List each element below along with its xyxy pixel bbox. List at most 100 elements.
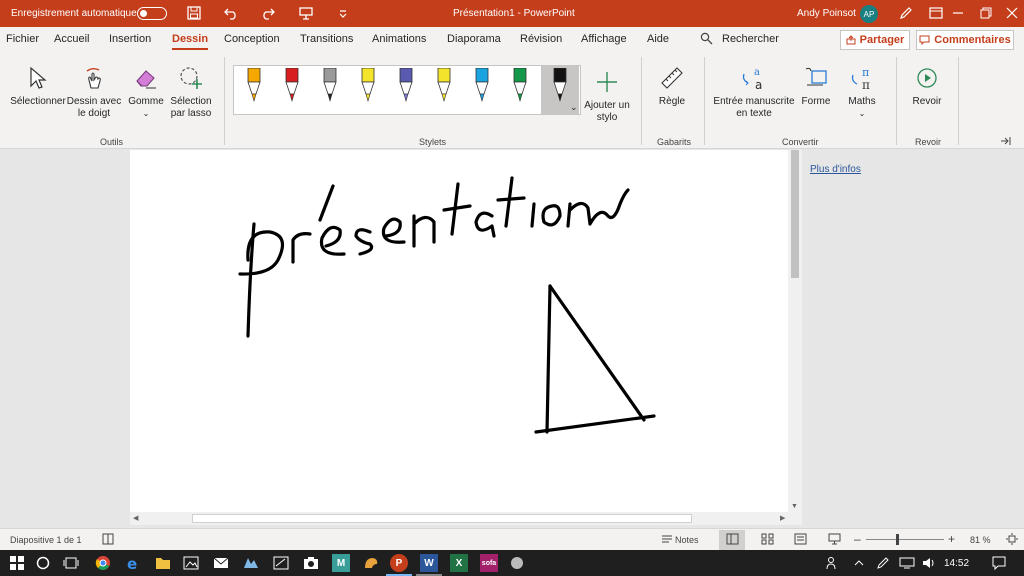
user-name[interactable]: Andy Poinsot [797,8,856,19]
chevron-up-icon[interactable] [850,554,868,572]
undo-icon[interactable] [221,4,241,22]
autosave-toggle[interactable] [137,7,167,20]
edge-icon[interactable]: e [124,554,142,572]
tab-revision[interactable]: Révision [520,33,562,45]
save-icon[interactable] [184,4,204,22]
finger-draw-button[interactable]: Dessin avec le doigt [66,63,122,120]
slideshow-icon[interactable] [828,533,841,547]
scroll-down-icon[interactable]: ▼ [791,503,798,510]
clock[interactable]: 14:52 [944,558,969,569]
pen-4[interactable] [358,67,378,104]
volume-icon[interactable] [920,554,938,572]
excel-icon[interactable]: X [450,554,468,572]
reading-view-icon[interactable] [794,533,807,547]
app-m-icon[interactable]: M [332,554,350,572]
tab-affichage[interactable]: Affichage [581,33,627,45]
present-icon[interactable] [296,4,316,22]
ink-drawing[interactable] [130,150,788,512]
powerpoint-icon[interactable]: P [390,554,408,572]
pen-feedback-icon[interactable] [896,4,916,22]
zoom-out-button[interactable]: – [854,532,861,546]
tab-aide[interactable]: Aide [647,33,669,45]
ink-replay-button[interactable]: Revoir [904,63,950,108]
mail-icon[interactable] [212,554,230,572]
scroll-thumb[interactable] [791,150,799,278]
zoom-slider-thumb[interactable] [896,534,899,545]
ink-to-math-dropdown-icon[interactable]: ⌄ [842,108,882,120]
pen-3[interactable] [320,67,340,104]
camera-icon[interactable] [302,554,320,572]
notifications-icon[interactable] [990,554,1008,572]
pen-6[interactable] [434,67,454,104]
eraser-button[interactable]: Gomme ⌄ [124,63,168,120]
lasso-label-2: par lasso [170,108,212,119]
photos-icon[interactable] [182,554,200,572]
zoom-slider[interactable] [866,539,944,540]
cortana-icon[interactable] [34,554,52,572]
pen-1[interactable] [244,67,264,104]
tab-transitions[interactable]: Transitions [300,33,353,45]
scroll-thumb[interactable] [192,514,692,523]
ribbon-display-icon[interactable] [926,4,946,22]
word-icon[interactable]: W [420,554,438,572]
pen-8[interactable] [510,67,530,104]
redo-icon[interactable] [258,4,278,22]
restore-icon[interactable] [976,4,996,22]
normal-view-icon[interactable] [726,533,739,547]
search-icon[interactable] [700,32,713,48]
chrome-icon[interactable] [94,554,112,572]
customize-toolbar-icon[interactable] [333,4,353,22]
horizontal-scrollbar[interactable]: ◀ ▶ [130,512,802,525]
lasso-select-button[interactable]: Sélection par lasso [168,63,214,120]
tab-animations[interactable]: Animations [372,33,426,45]
more-info-link[interactable]: Plus d'infos [810,164,861,175]
file-explorer-icon[interactable] [154,554,172,572]
pen-5[interactable] [396,67,416,104]
tab-conception[interactable]: Conception [224,33,280,45]
pen-2[interactable] [282,67,302,104]
pen-workspace-icon[interactable] [874,554,892,572]
sofa-icon[interactable]: sofa [480,554,498,572]
notes-label[interactable]: Notes [675,535,699,545]
ruler-button[interactable]: Règle [648,63,696,108]
tab-diaporama[interactable]: Diaporama [447,33,501,45]
slide-sorter-icon[interactable] [761,533,774,547]
slide-canvas[interactable] [130,150,788,512]
comments-button[interactable]: Commentaires [916,30,1014,50]
select-button[interactable]: Sélectionner [8,63,68,108]
pen-9[interactable] [550,67,570,104]
share-button[interactable]: Partager [840,30,910,50]
task-view-icon[interactable] [62,554,80,572]
minimize-icon[interactable] [948,4,968,22]
paint-icon[interactable] [362,554,380,572]
network-icon[interactable] [898,554,916,572]
ink-to-shape-button[interactable]: Forme [796,63,836,108]
pen-gallery-chevron-icon[interactable]: ⌄ [570,102,578,113]
vertical-scrollbar[interactable]: ▼ [788,150,802,512]
zoom-in-button[interactable]: + [948,532,955,546]
ink-to-text-button[interactable]: aa Entrée manuscrite en texte [712,63,796,120]
notes-icon[interactable] [661,533,673,547]
maps-icon[interactable] [242,554,260,572]
tab-insertion[interactable]: Insertion [109,33,151,45]
fit-to-window-icon[interactable] [1006,533,1018,547]
avatar[interactable]: AP [860,5,878,23]
whiteboard-icon[interactable] [272,554,290,572]
people-icon[interactable] [824,554,842,572]
app-icon[interactable] [508,554,526,572]
zoom-level[interactable]: 81 % [970,535,991,545]
tab-dessin[interactable]: Dessin [172,33,209,50]
collapse-ribbon-icon[interactable] [1000,136,1012,149]
add-pen-button[interactable]: Ajouter un stylo [582,67,632,124]
close-icon[interactable] [1002,4,1022,22]
accessibility-icon[interactable] [102,533,114,547]
windows-start-icon[interactable] [8,554,26,572]
pen-7[interactable] [472,67,492,104]
scroll-left-icon[interactable]: ◀ [133,514,138,522]
tab-fichier[interactable]: Fichier [6,33,39,45]
scroll-right-icon[interactable]: ▶ [780,514,785,522]
search-label[interactable]: Rechercher [722,33,779,45]
tab-accueil[interactable]: Accueil [54,33,89,45]
eraser-dropdown-icon[interactable]: ⌄ [124,108,168,120]
ink-to-math-button[interactable]: ππ Maths ⌄ [842,63,882,120]
